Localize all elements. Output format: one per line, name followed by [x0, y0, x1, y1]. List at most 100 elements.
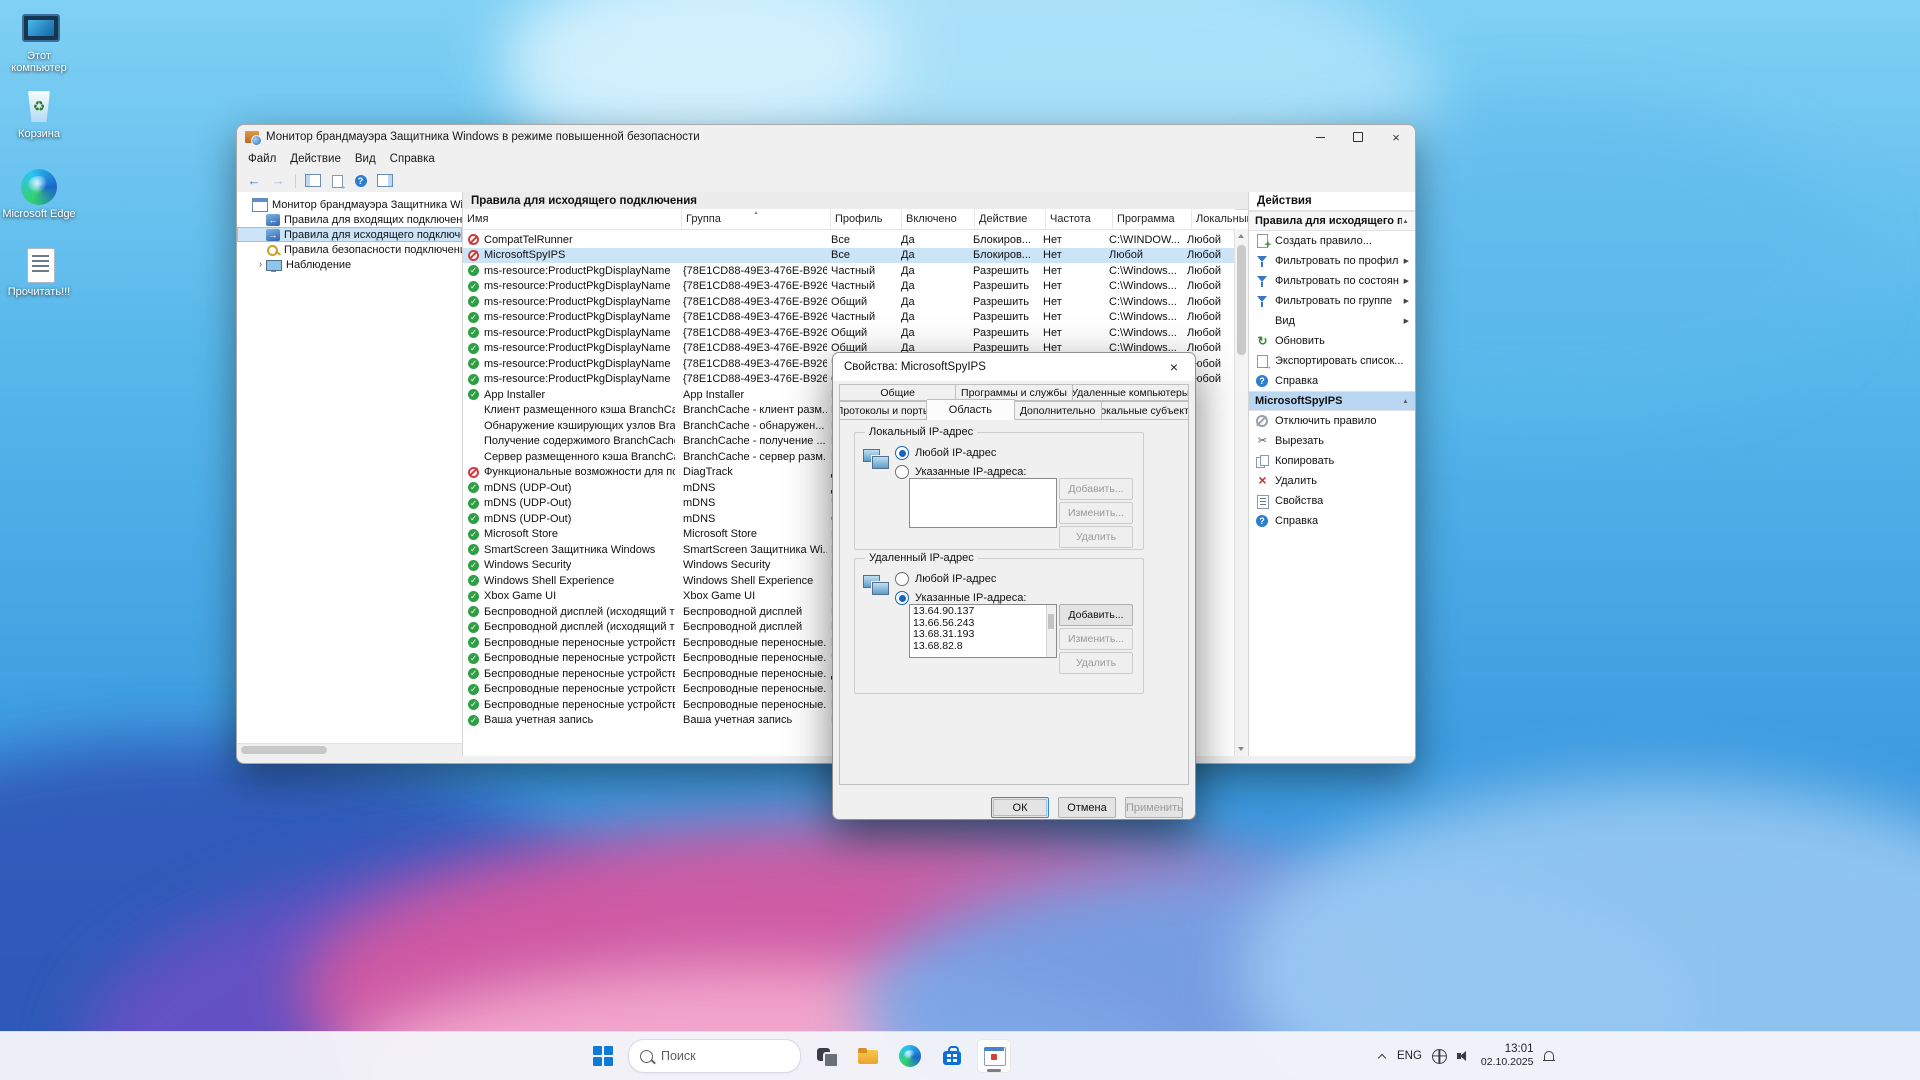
listbox-scrollbar[interactable]: [1046, 605, 1056, 657]
desktop-icon-this-pc[interactable]: Этот компьютер: [0, 10, 78, 74]
cancel-button[interactable]: Отмена: [1058, 797, 1116, 818]
column-header-group[interactable]: Группа▲: [682, 209, 831, 229]
ip-address-item[interactable]: 13.68.31.193: [912, 629, 1054, 641]
column-header-profile[interactable]: Профиль: [831, 209, 902, 229]
list-vertical-scrollbar[interactable]: [1234, 229, 1248, 756]
column-header-action[interactable]: Действие: [975, 209, 1046, 229]
apply-button[interactable]: Применить: [1125, 797, 1183, 818]
scrollbar-thumb[interactable]: [1237, 245, 1246, 355]
taskbar-app-firewall-console[interactable]: [977, 1039, 1011, 1073]
toolbar-export-list-button[interactable]: [326, 171, 348, 190]
start-button[interactable]: [586, 1039, 620, 1073]
action-cut[interactable]: Вырезать: [1249, 431, 1415, 451]
l-ip-remove-button[interactable]: Удалить: [1059, 526, 1133, 548]
column-header-enabled[interactable]: Включено: [902, 209, 975, 229]
tab-scope[interactable]: Область: [927, 399, 1014, 420]
menu-action[interactable]: Действие: [283, 151, 348, 167]
column-header-name[interactable]: Имя: [463, 209, 682, 229]
taskbar-app-file-explorer[interactable]: [851, 1039, 885, 1073]
network-icon[interactable]: [1432, 1049, 1447, 1064]
local-specified-ip-option[interactable]: Указанные IP-адреса:: [895, 465, 1026, 479]
local-any-ip-option[interactable]: Любой IP-адрес: [895, 446, 996, 460]
ip-address-item[interactable]: 13.68.82.8: [912, 641, 1054, 653]
local-specified-ip-radio[interactable]: [895, 465, 909, 479]
tray-overflow-chevron-icon[interactable]: [1378, 1052, 1387, 1061]
taskbar-app-edge[interactable]: [893, 1039, 927, 1073]
minimize-button[interactable]: [1301, 125, 1339, 149]
rule-row[interactable]: MicrosoftSpyIPSВсеДаБлокиров...НетЛюбойЛ…: [463, 248, 1235, 264]
action-filter-state[interactable]: Фильтровать по состоянию▶: [1249, 271, 1415, 291]
ip-address-item[interactable]: 13.64.90.137: [912, 606, 1054, 618]
local-any-ip-radio[interactable]: [895, 446, 909, 460]
toolbar-forward-button[interactable]: →: [267, 171, 289, 190]
notifications-icon[interactable]: [1543, 1050, 1555, 1063]
rule-row[interactable]: CompatTelRunnerВсеДаБлокиров...НетC:\WIN…: [463, 232, 1235, 248]
remote-any-ip-option[interactable]: Любой IP-адрес: [895, 572, 996, 586]
rule-row[interactable]: ms-resource:ProductPkgDisplayName{78E1CD…: [463, 325, 1235, 341]
close-button[interactable]: ×: [1377, 125, 1415, 149]
ok-button[interactable]: ОК: [991, 797, 1049, 818]
remote-specified-ip-radio[interactable]: [895, 591, 909, 605]
tab-advanced[interactable]: Дополнительно: [1015, 401, 1102, 420]
dialog-close-button[interactable]: ×: [1153, 353, 1195, 381]
window-titlebar[interactable]: Монитор брандмауэра Защитника Windows в …: [237, 125, 1415, 149]
tab-protocols-ports[interactable]: Протоколы и порты: [839, 401, 927, 420]
taskbar-app-task-view[interactable]: [809, 1039, 843, 1073]
column-header-local-address[interactable]: Локальный адрес: [1192, 209, 1248, 229]
language-indicator[interactable]: ENG: [1397, 1050, 1422, 1062]
r-ip-edit-button[interactable]: Изменить...: [1059, 628, 1133, 650]
action-filter-group[interactable]: Фильтровать по группе▶: [1249, 291, 1415, 311]
actions-section-header[interactable]: Правила для исходящего под...▲: [1249, 211, 1415, 231]
toolbar-show-actions-button[interactable]: [374, 171, 396, 190]
r-ip-add-button[interactable]: Добавить...: [1059, 604, 1133, 626]
tab-local-principals[interactable]: Локальные субъекты: [1102, 401, 1189, 420]
local-ip-listbox[interactable]: [909, 478, 1057, 528]
toolbar-help-button[interactable]: [350, 171, 372, 190]
rule-row[interactable]: ms-resource:ProductPkgDisplayName{78E1CD…: [463, 294, 1235, 310]
rule-row[interactable]: ms-resource:ProductPkgDisplayName{78E1CD…: [463, 279, 1235, 295]
dialog-titlebar[interactable]: Свойства: MicrosoftSpyIPS ×: [833, 353, 1195, 381]
toolbar-show-tree-button[interactable]: [302, 171, 324, 190]
taskbar-app-microsoft-store[interactable]: [935, 1039, 969, 1073]
desktop-icon-recycle-bin[interactable]: Корзина: [0, 88, 78, 140]
rule-row[interactable]: ms-resource:ProductPkgDisplayName{78E1CD…: [463, 263, 1235, 279]
scrollbar-thumb[interactable]: [1048, 614, 1054, 629]
maximize-button[interactable]: [1339, 125, 1377, 149]
tree-item-security-rules[interactable]: Правила безопасности подключения: [237, 242, 462, 257]
menu-help[interactable]: Справка: [383, 151, 442, 167]
l-ip-add-button[interactable]: Добавить...: [1059, 478, 1133, 500]
volume-icon[interactable]: [1457, 1050, 1471, 1062]
tree-horizontal-scrollbar[interactable]: [237, 743, 462, 756]
menu-file[interactable]: Файл: [241, 151, 283, 167]
action-help-rule[interactable]: Справка: [1249, 511, 1415, 531]
tree-item-outbound-rules[interactable]: Правила для исходящего подключения: [237, 227, 462, 242]
clock[interactable]: 13:01 02.10.2025: [1481, 1043, 1534, 1069]
action-properties[interactable]: Свойства: [1249, 491, 1415, 511]
action-new-rule[interactable]: Создать правило...: [1249, 231, 1415, 251]
toolbar-back-button[interactable]: ←: [243, 171, 265, 190]
remote-specified-ip-option[interactable]: Указанные IP-адреса:: [895, 591, 1026, 605]
desktop-icon-readme[interactable]: Прочитать!!!: [0, 246, 78, 298]
column-header-program[interactable]: Программа: [1113, 209, 1192, 229]
tab-remote-computers[interactable]: Удаленные компьютеры: [1073, 384, 1189, 401]
l-ip-edit-button[interactable]: Изменить...: [1059, 502, 1133, 524]
expander-icon[interactable]: ›: [255, 257, 266, 272]
tree-item-root[interactable]: Монитор брандмауэра Защитника Windows: [237, 197, 462, 212]
action-help[interactable]: Справка: [1249, 371, 1415, 391]
column-header-override[interactable]: Частота: [1046, 209, 1113, 229]
action-delete[interactable]: Удалить: [1249, 471, 1415, 491]
action-disable-rule[interactable]: Отключить правило: [1249, 411, 1415, 431]
action-refresh[interactable]: Обновить: [1249, 331, 1415, 351]
scrollbar-thumb[interactable]: [241, 746, 327, 754]
taskbar-search[interactable]: Поиск: [628, 1039, 801, 1073]
r-ip-remove-button[interactable]: Удалить: [1059, 652, 1133, 674]
desktop-icon-edge[interactable]: Microsoft Edge: [0, 168, 78, 220]
actions-section-header[interactable]: MicrosoftSpyIPS▲: [1249, 391, 1415, 411]
tree-item-inbound-rules[interactable]: Правила для входящих подключений: [237, 212, 462, 227]
remote-any-ip-radio[interactable]: [895, 572, 909, 586]
remote-ip-listbox[interactable]: 13.64.90.13713.66.56.24313.68.31.19313.6…: [909, 604, 1057, 658]
menu-view[interactable]: Вид: [348, 151, 383, 167]
action-export-list[interactable]: Экспортировать список...: [1249, 351, 1415, 371]
rule-row[interactable]: ms-resource:ProductPkgDisplayName{78E1CD…: [463, 310, 1235, 326]
tree-item-monitoring[interactable]: ›Наблюдение: [237, 257, 462, 272]
